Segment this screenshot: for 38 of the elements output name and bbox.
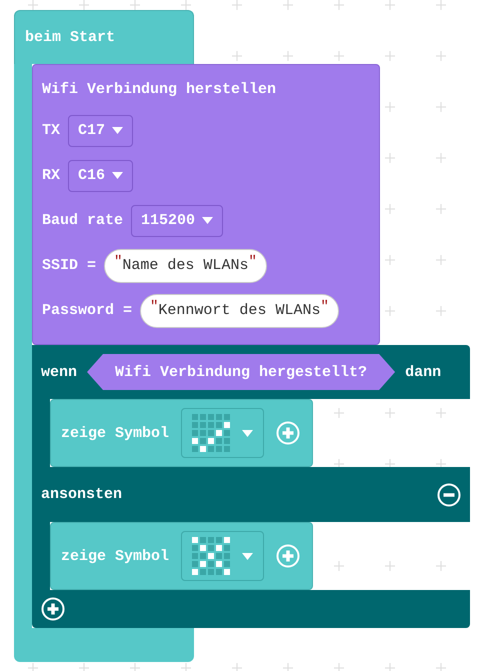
caret-icon <box>112 127 124 134</box>
led-pattern-dropdown[interactable] <box>181 408 264 458</box>
if-block-header[interactable]: wenn Wifi Verbindung hergestellt? dann <box>32 345 470 399</box>
if-label: wenn <box>41 364 78 380</box>
caret-icon <box>202 217 214 224</box>
block-label: zeige Symbol <box>61 548 170 564</box>
wifi-connect-block[interactable]: Wifi Verbindung herstellen TX C17 RX C16 Baud rate 115200 SSID = "Name des WLANs" Password = "Kennwort des WLANs" <box>32 64 380 345</box>
led-pattern-dropdown[interactable] <box>181 531 264 581</box>
text-field[interactable]: "Name des WLANs" <box>104 248 267 282</box>
parameter-label: RX <box>42 167 60 184</box>
caret-icon <box>242 552 254 560</box>
show-icon-block[interactable]: zeige Symbol <box>50 399 313 467</box>
add-icon[interactable] <box>276 544 300 568</box>
quote-mark: " <box>150 298 158 314</box>
add-else-icon[interactable] <box>41 597 65 621</box>
block-label: zeige Symbol <box>61 424 170 442</box>
pin-dropdown[interactable]: C17 <box>68 114 134 146</box>
parameter-label: Password = <box>42 302 132 319</box>
text-field[interactable]: "Kennwort des WLANs" <box>140 294 339 328</box>
parameter-label: Baud rate <box>42 212 124 229</box>
parameter-label: SSID = <box>42 257 96 274</box>
caret-icon <box>242 430 254 436</box>
parameter-label: TX <box>42 122 60 139</box>
else-label: ansonsten <box>41 486 122 503</box>
start-block-header[interactable]: beim Start <box>14 10 194 64</box>
condition-block[interactable]: Wifi Verbindung hergestellt? <box>87 354 396 390</box>
caret-icon <box>112 172 124 179</box>
quote-mark: " <box>114 254 122 270</box>
remove-else-icon[interactable] <box>437 482 461 506</box>
pin-dropdown[interactable]: C16 <box>68 160 134 192</box>
block-title: beim Start <box>25 29 116 46</box>
quote-mark: " <box>248 254 257 270</box>
show-icon-block[interactable]: zeige Symbol <box>50 522 313 590</box>
add-icon[interactable] <box>276 421 300 445</box>
quote-mark: " <box>320 298 329 314</box>
then-label: dann <box>405 364 442 380</box>
block-title: Wifi Verbindung herstellen <box>42 81 276 98</box>
pin-dropdown[interactable]: 115200 <box>131 204 224 236</box>
